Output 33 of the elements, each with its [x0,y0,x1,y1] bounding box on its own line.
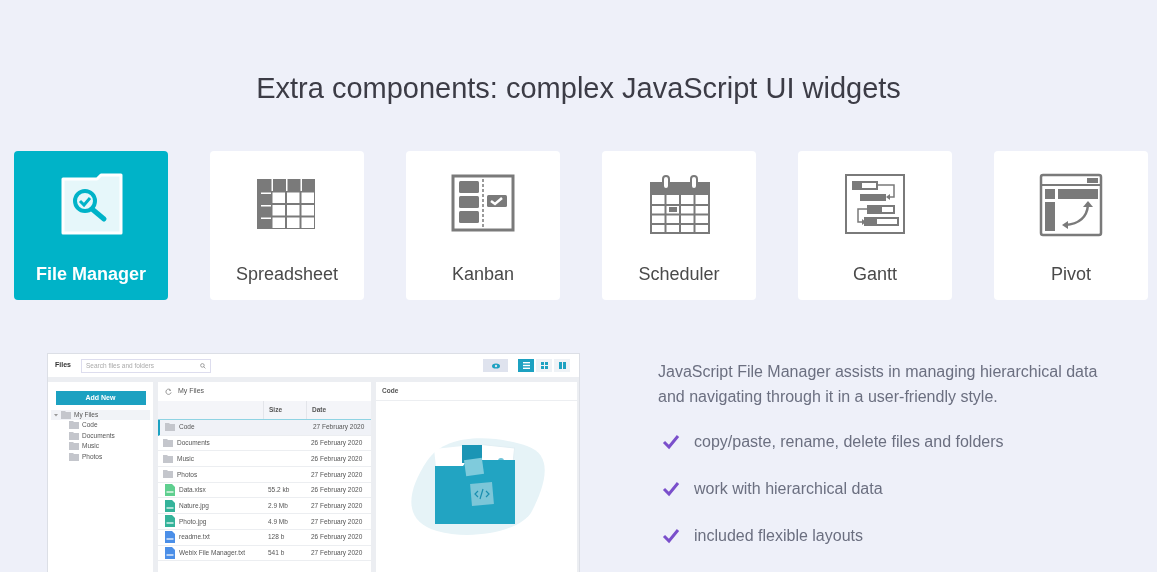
check-icon [662,528,680,544]
component-card[interactable]: Scheduler [602,151,756,300]
description: JavaScript File Manager assists in managing hierarchical data and navigating through it in a user-friendly style. [658,362,1099,407]
feature-text: included flexible layouts [694,526,863,546]
check-icon [662,434,680,450]
component-card[interactable]: Spreadsheet [210,151,364,300]
file-icon [165,499,175,512]
eye-icon [491,362,500,369]
page-heading: Extra components: complex JavaScript UI widgets [255,71,902,106]
pivot-table-icon [1039,173,1103,237]
feature-text: work with hierarchical data [694,479,883,499]
file-icon [165,515,175,528]
gantt-chart-icon [843,173,907,237]
view-mode-button[interactable] [554,359,570,372]
grid-icon [540,362,548,369]
file-icon [165,546,175,559]
feature-text: copy/paste, rename, delete files and folders [694,432,1004,452]
collapse-caret-icon[interactable] [54,413,58,417]
folder-search-icon [59,173,123,237]
preview-toggle[interactable] [483,359,508,372]
file-icon [165,484,175,497]
component-card[interactable]: Gantt [798,151,952,300]
refresh-icon[interactable] [165,388,172,395]
view-mode-button[interactable] [518,359,534,372]
list-icon [522,362,530,369]
calendar-icon [647,173,711,237]
component-card[interactable]: Kanban [406,151,560,300]
check-icon [662,481,680,497]
columns-icon [558,362,566,369]
search-icon [200,362,206,369]
file-icon [165,531,175,544]
view-mode-button[interactable] [536,359,552,372]
component-card[interactable]: Pivot [994,151,1148,300]
